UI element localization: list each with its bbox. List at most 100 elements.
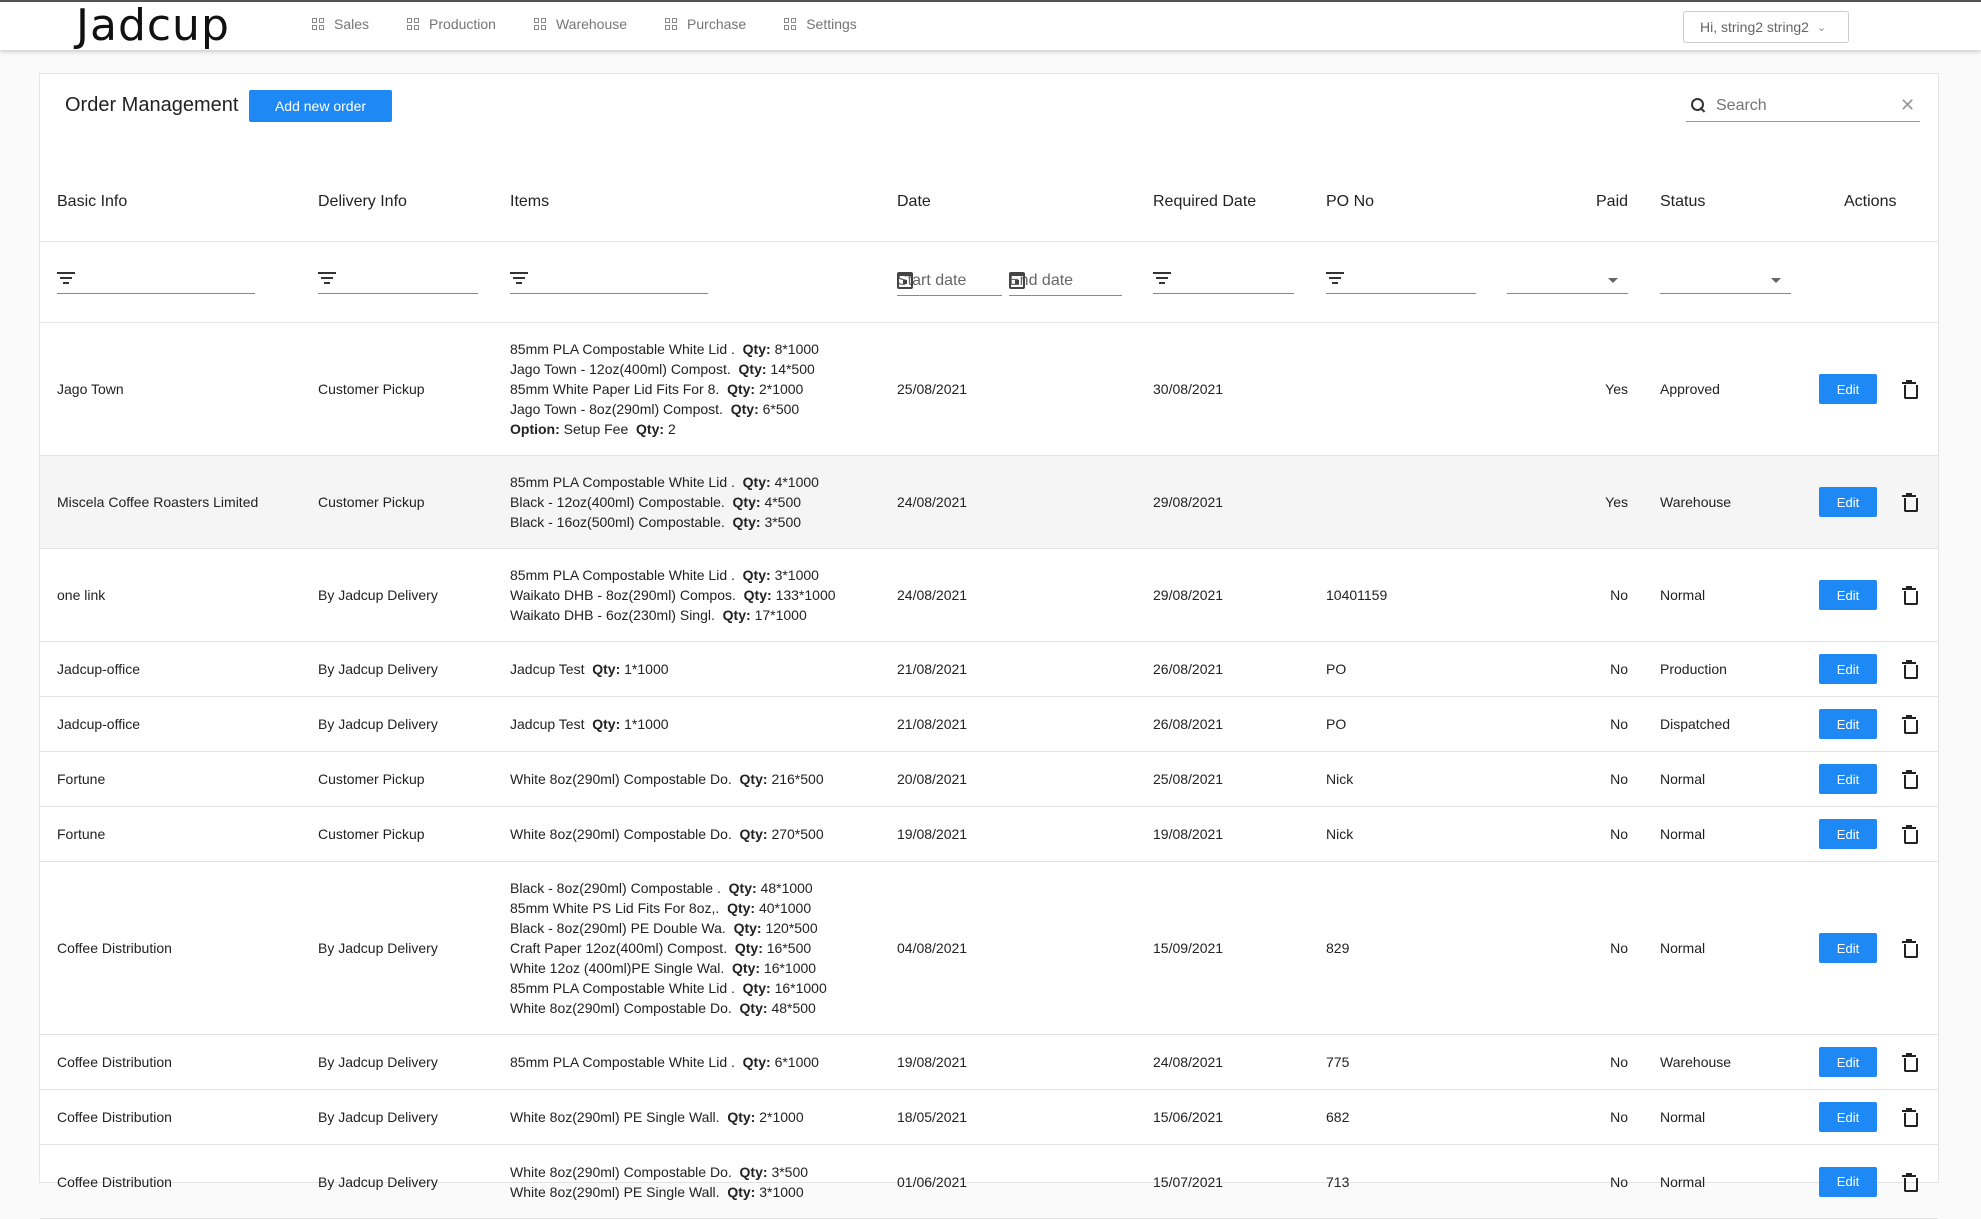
trash-icon[interactable] <box>1902 1108 1918 1127</box>
table-row[interactable]: Coffee Distribution By Jadcup Delivery 8… <box>40 1035 1938 1090</box>
trash-icon[interactable] <box>1902 825 1918 844</box>
col-basic-info[interactable]: Basic Info <box>57 162 127 242</box>
nav-warehouse[interactable]: Warehouse <box>533 16 627 32</box>
edit-button[interactable]: Edit <box>1819 1166 1877 1197</box>
table-row[interactable]: one link By Jadcup Delivery 85mm PLA Com… <box>40 549 1938 642</box>
edit-button[interactable]: Edit <box>1819 764 1877 794</box>
paid-cell: No <box>1610 587 1628 603</box>
col-paid[interactable]: Paid <box>1596 162 1628 242</box>
nav-label: Production <box>429 16 496 32</box>
table-row[interactable]: Miscela Coffee Roasters Limited Customer… <box>40 456 1938 549</box>
paid-cell: No <box>1610 1054 1628 1070</box>
calendar-icon[interactable] <box>897 272 913 289</box>
item-line: White 12oz (400ml)PE Single Wal. Qty: 16… <box>510 960 817 976</box>
po-cell: Nick <box>1326 826 1354 842</box>
start-date-input[interactable]: Start date <box>897 268 1002 296</box>
col-po-no[interactable]: PO No <box>1326 162 1374 242</box>
trash-icon[interactable] <box>1902 1172 1918 1192</box>
nav-sales[interactable]: Sales <box>312 16 369 32</box>
required-date-cell: 26/08/2021 <box>1153 661 1224 677</box>
edit-button[interactable]: Edit <box>1819 819 1877 849</box>
edit-button[interactable]: Edit <box>1819 487 1877 517</box>
edit-button[interactable]: Edit <box>1819 374 1877 404</box>
item-line: Jago Town - 8oz(290ml) Compost. Qty: 6*5… <box>510 401 800 417</box>
table-row[interactable]: Jago Town Customer Pickup 85mm PLA Compo… <box>40 323 1938 456</box>
table-row[interactable]: Jadcup-office By Jadcup Delivery Jadcup … <box>40 697 1938 752</box>
user-greeting: Hi, string2 string2 <box>1700 19 1809 35</box>
table-row[interactable]: Fortune Customer Pickup White 8oz(290ml)… <box>40 752 1938 807</box>
date-cell: 19/08/2021 <box>897 1054 968 1070</box>
end-date-input[interactable]: End date <box>1009 268 1122 296</box>
filter-icon <box>1326 270 1344 284</box>
trash-icon[interactable] <box>1902 586 1918 605</box>
trash-icon[interactable] <box>1902 493 1918 512</box>
date-cell: 04/08/2021 <box>897 940 968 956</box>
table-row[interactable]: Jadcup-office By Jadcup Delivery Jadcup … <box>40 642 1938 697</box>
po-no-filter[interactable] <box>1326 266 1476 294</box>
basic-info-filter[interactable] <box>57 266 255 294</box>
paid-cell: No <box>1610 771 1628 787</box>
delivery-info-filter[interactable] <box>318 266 478 294</box>
delivery-info-cell: By Jadcup Delivery <box>318 940 438 956</box>
items-filter[interactable] <box>510 266 708 294</box>
date-cell: 19/08/2021 <box>897 826 968 842</box>
trash-icon[interactable] <box>1902 715 1918 734</box>
nav-settings[interactable]: Settings <box>784 16 857 32</box>
item-line: 85mm PLA Compostable White Lid . Qty: 8*… <box>510 341 819 357</box>
table-row[interactable]: Coffee Distribution By Jadcup Delivery B… <box>40 862 1938 1035</box>
item-line: 85mm White PS Lid Fits For 8oz,. Qty: 40… <box>510 900 812 916</box>
nav-purchase[interactable]: Purchase <box>665 16 746 32</box>
col-status[interactable]: Status <box>1660 162 1705 242</box>
item-line: White 8oz(290ml) Compostable Do. Qty: 3*… <box>510 1163 809 1180</box>
edit-button[interactable]: Edit <box>1819 933 1877 963</box>
status-cell: Approved <box>1660 381 1720 397</box>
item-line: Jadcup Test Qty: 1*1000 <box>510 661 669 677</box>
nav-label: Settings <box>806 16 857 32</box>
grid-icon <box>407 18 420 30</box>
user-menu[interactable]: Hi, string2 string2 ⌄ <box>1683 11 1849 43</box>
col-date[interactable]: Date <box>897 162 931 242</box>
table-row[interactable]: Coffee Distribution By Jadcup Delivery W… <box>40 1145 1938 1219</box>
required-date-cell: 29/08/2021 <box>1153 587 1224 603</box>
col-items[interactable]: Items <box>510 162 549 242</box>
search-input[interactable] <box>1716 96 1896 115</box>
trash-icon[interactable] <box>1902 1053 1918 1072</box>
required-date-cell: 19/08/2021 <box>1153 826 1224 842</box>
trash-icon[interactable] <box>1902 660 1918 679</box>
status-cell: Normal <box>1660 826 1706 842</box>
table-row[interactable]: Coffee Distribution By Jadcup Delivery W… <box>40 1090 1938 1145</box>
required-date-cell: 15/06/2021 <box>1153 1109 1224 1125</box>
status-cell: Normal <box>1660 587 1706 603</box>
col-required-date[interactable]: Required Date <box>1153 162 1256 242</box>
items-cell: White 8oz(290ml) Compostable Do. Qty: 27… <box>510 807 824 861</box>
edit-button[interactable]: Edit <box>1819 654 1877 684</box>
calendar-icon[interactable] <box>1009 272 1025 289</box>
app-logo[interactable]: Jadcup <box>76 2 230 50</box>
edit-button[interactable]: Edit <box>1819 709 1877 739</box>
po-cell: 10401159 <box>1326 587 1388 603</box>
nav-production[interactable]: Production <box>407 16 496 32</box>
main-nav: Sales Production Warehouse Purchase Sett… <box>312 16 857 32</box>
trash-icon[interactable] <box>1902 770 1918 789</box>
basic-info-cell: one link <box>57 587 106 603</box>
trash-icon[interactable] <box>1902 939 1918 958</box>
edit-button[interactable]: Edit <box>1819 580 1877 610</box>
required-date-cell: 15/09/2021 <box>1153 940 1224 956</box>
filter-icon <box>57 270 75 284</box>
delivery-info-cell: By Jadcup Delivery <box>318 661 438 677</box>
search-box: ✕ <box>1686 90 1920 122</box>
paid-select[interactable] <box>1507 266 1628 294</box>
trash-icon[interactable] <box>1902 380 1918 399</box>
basic-info-cell: Jadcup-office <box>57 716 141 732</box>
table-row[interactable]: Fortune Customer Pickup White 8oz(290ml)… <box>40 807 1938 862</box>
col-delivery-info[interactable]: Delivery Info <box>318 162 407 242</box>
paid-cell: No <box>1610 716 1628 732</box>
close-icon[interactable]: ✕ <box>1900 95 1915 116</box>
add-order-button[interactable]: Add new order <box>249 90 392 122</box>
edit-button[interactable]: Edit <box>1819 1102 1877 1132</box>
edit-button[interactable]: Edit <box>1819 1047 1877 1077</box>
items-cell: 85mm PLA Compostable White Lid . Qty: 6*… <box>510 1035 819 1089</box>
required-date-filter[interactable] <box>1153 266 1294 294</box>
required-date-cell: 24/08/2021 <box>1153 1054 1224 1070</box>
status-select[interactable] <box>1660 266 1791 294</box>
